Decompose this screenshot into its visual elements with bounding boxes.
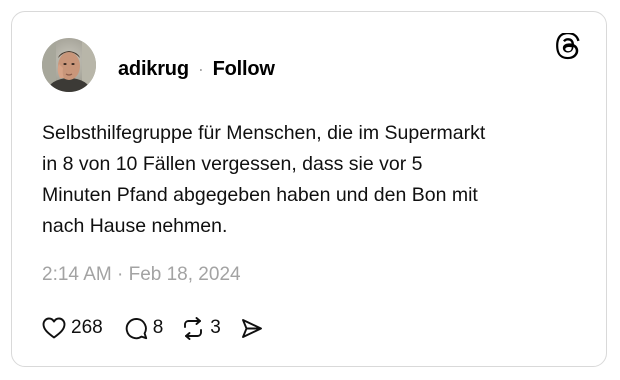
follow-button[interactable]: Follow	[213, 58, 275, 81]
like-button[interactable]: 268	[42, 317, 103, 339]
threads-logo-icon[interactable]	[556, 32, 582, 61]
post-text-line: nach Hause nehmen.	[42, 215, 228, 237]
username[interactable]: adikrug	[118, 58, 189, 81]
reply-button[interactable]: 8	[125, 317, 164, 340]
post-card: adikrug · Follow Selbsthilfegruppe für M…	[11, 11, 607, 367]
post-text-line: Selbsthilfegruppe für Menschen, die im S…	[42, 122, 486, 144]
reply-count: 8	[152, 317, 164, 338]
action-bar: 268 8 3	[42, 315, 263, 341]
post-text: Selbsthilfegruppe für Menschen, die im S…	[42, 118, 582, 242]
share-button[interactable]	[241, 318, 263, 339]
repost-arrows-icon	[184, 316, 203, 340]
speech-bubble-icon	[125, 317, 147, 339]
post-header: adikrug · Follow	[118, 56, 275, 82]
repost-count: 3	[210, 317, 221, 338]
avatar[interactable]	[42, 38, 96, 92]
repost-button[interactable]: 3	[181, 316, 221, 340]
avatar-image	[42, 38, 96, 92]
send-icon	[241, 318, 262, 338]
post-text-line: in 8 von 10 Fällen vergessen, dass sie v…	[42, 153, 423, 175]
separator-dot: ·	[197, 58, 204, 79]
like-count: 268	[71, 317, 103, 338]
post-timestamp[interactable]: 2:14 AM · Feb 18, 2024	[42, 264, 241, 286]
post-text-line: Minuten Pfand abgegeben haben und den Bo…	[42, 184, 478, 206]
heart-icon	[42, 317, 66, 339]
